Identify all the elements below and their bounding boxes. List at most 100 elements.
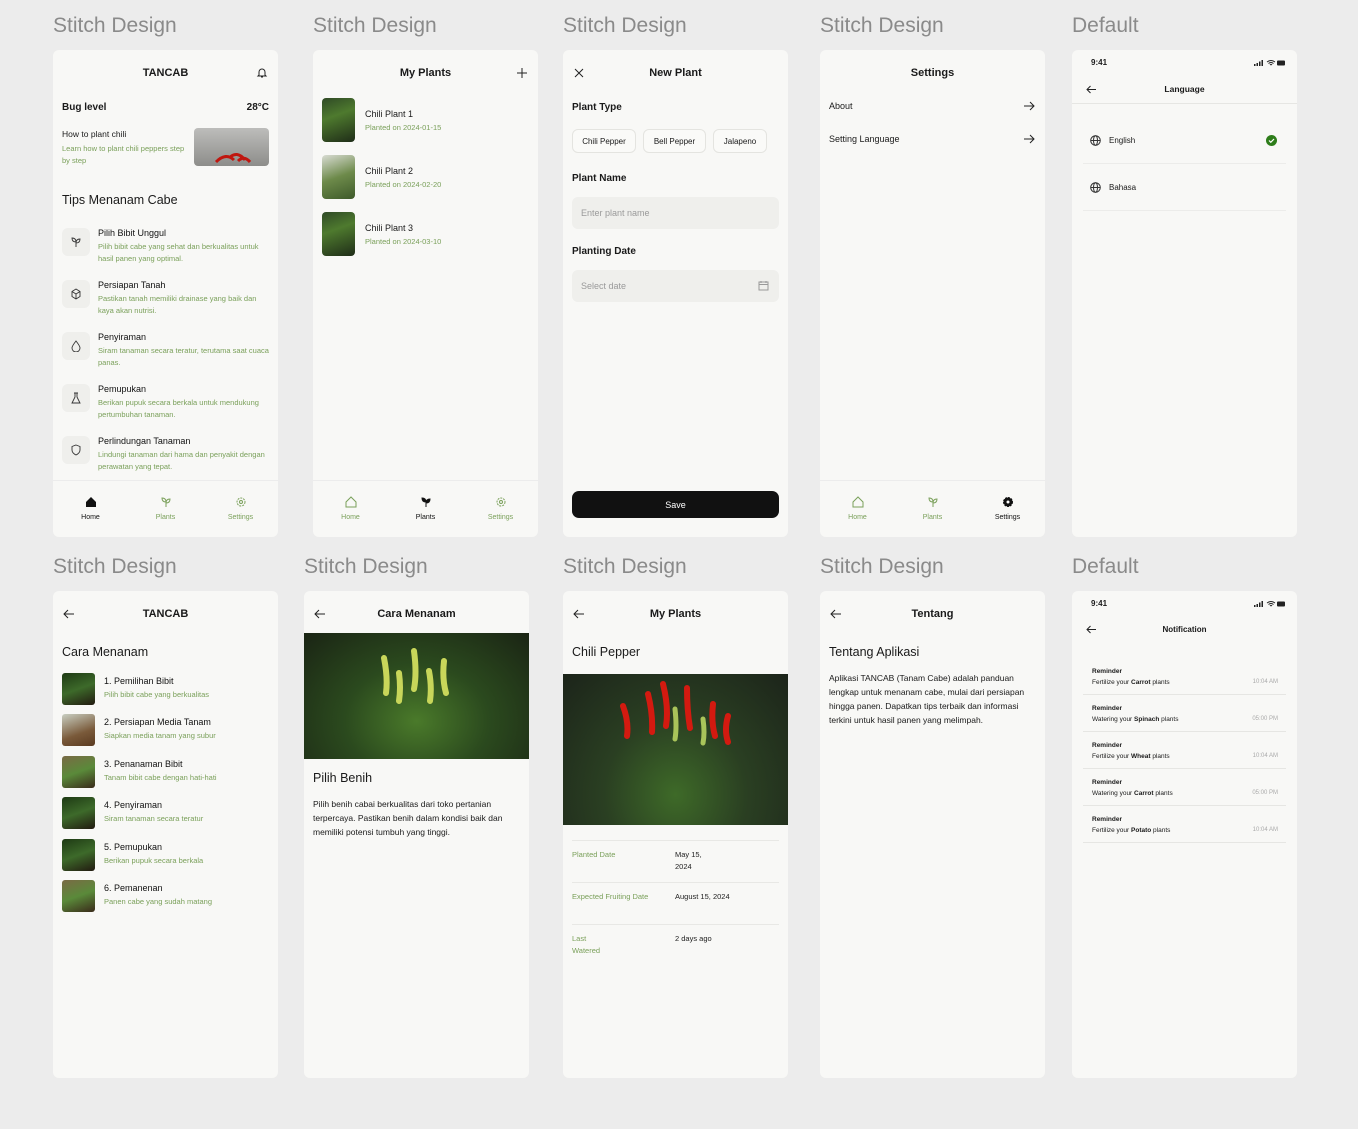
step-thumb xyxy=(62,839,95,871)
nav-settings[interactable]: Settings xyxy=(463,481,538,536)
artboard-label: Stitch Design xyxy=(820,14,944,37)
tip-title: Perlindungan Tanaman xyxy=(98,436,191,446)
plant-thumb xyxy=(322,212,355,256)
flask-icon xyxy=(62,384,90,412)
chip-jalapeno[interactable]: Jalapeno xyxy=(713,129,767,153)
artboard-label: Stitch Design xyxy=(304,555,428,578)
home-icon xyxy=(852,496,863,508)
nav-plants[interactable]: Plants xyxy=(388,481,463,536)
tip-item[interactable]: Pemupukan Berikan pupuk secara berkala un… xyxy=(62,384,270,421)
bottom-nav: Home Plants Settings xyxy=(53,480,278,536)
notification-item[interactable]: Reminder Watering your Spinach plants 05:0… xyxy=(1083,695,1286,732)
step-item[interactable]: 4. Penyiraman Siram tanaman secara teratu… xyxy=(62,797,269,829)
notification-item[interactable]: Reminder Fertilize your Carrot plants 10:0… xyxy=(1083,658,1286,695)
nav-plants[interactable]: Plants xyxy=(895,481,970,536)
page-title: New Plant xyxy=(649,67,702,79)
plant-list-item[interactable]: Chili Plant 3 Planted on 2024-03-10 xyxy=(322,212,529,256)
step-item[interactable]: 3. Penanaman Bibit Tanam bibit cabe denga… xyxy=(62,756,269,788)
page-title: My Plants xyxy=(649,608,702,620)
back-arrow-icon[interactable] xyxy=(63,608,75,620)
notification-item[interactable]: Reminder Fertilize your Wheat plants 10:04… xyxy=(1083,732,1286,769)
detail-row: Last Watered 2 days ago xyxy=(572,924,779,957)
tip-title: Penyiraman xyxy=(98,332,147,342)
detail-row: Expected Fruiting Date August 15, 2024 xyxy=(572,882,779,903)
tip-desc: Pastikan tanah memiliki drainase yang ba… xyxy=(98,294,257,315)
chip-bell-pepper[interactable]: Bell Pepper xyxy=(643,129,706,153)
page-title: Cara Menanam xyxy=(377,608,456,620)
tip-title: Pilih Bibit Unggul xyxy=(98,228,167,238)
settings-screen: Settings About Setting Language Home Pla… xyxy=(820,50,1045,537)
planting-date-input[interactable]: Select date xyxy=(572,270,779,302)
bell-icon[interactable] xyxy=(256,67,268,79)
about-body: Aplikasi TANCAB (Tanam Cabe) adalah pand… xyxy=(829,673,1025,725)
how-to-title[interactable]: How to plant chili xyxy=(62,129,126,139)
app-title: TANCAB xyxy=(142,608,189,620)
tip-item[interactable]: Persiapan Tanah Pastikan tanah memiliki d… xyxy=(62,280,270,317)
tip-desc: Berikan pupuk secara berkala untuk mendu… xyxy=(98,398,259,419)
plant-list-item[interactable]: Chili Plant 2 Planted on 2024-02-20 xyxy=(322,155,529,199)
home-icon xyxy=(85,497,96,507)
step-item[interactable]: 1. Pemilihan Bibit Pilih bibit cabe yang … xyxy=(62,673,269,705)
water-drop-icon xyxy=(62,332,90,360)
nav-home[interactable]: Home xyxy=(313,481,388,536)
bottom-nav: Home Plants Settings xyxy=(313,480,538,536)
language-option-english[interactable]: English xyxy=(1083,118,1286,164)
nav-settings[interactable]: Settings xyxy=(203,481,278,536)
artboard-label: Stitch Design xyxy=(820,555,944,578)
tip-desc: Siram tanaman secara teratur, terutama s… xyxy=(98,346,269,367)
close-icon[interactable] xyxy=(573,67,585,79)
home-icon xyxy=(345,496,356,508)
status-time: 9:41 xyxy=(1091,599,1108,608)
new-plant-screen: New Plant Plant Type Chili Pepper Bell P… xyxy=(563,50,788,537)
plant-name-input[interactable]: Enter plant name xyxy=(572,197,779,229)
home-screen: TANCAB Bug level 28°C How to plant chili… xyxy=(53,50,278,537)
tips-heading: Tips Menanam Cabe xyxy=(62,193,178,207)
save-button[interactable]: Save xyxy=(572,491,779,518)
tip-item[interactable]: Penyiraman Siram tanaman secara teratur, … xyxy=(62,332,270,369)
notification-item[interactable]: Reminder Fertilize your Potato plants 10:0… xyxy=(1083,806,1286,843)
plant-name-label: Plant Name xyxy=(572,173,627,184)
settings-about-row[interactable]: About xyxy=(829,101,1035,111)
arrow-right-icon xyxy=(1024,101,1035,111)
back-arrow-icon[interactable] xyxy=(314,608,326,620)
cara-menanam-screen: TANCAB Cara Menanam 1. Pemilihan Bibit Pi… xyxy=(53,591,278,1078)
nav-home[interactable]: Home xyxy=(53,481,128,536)
step-item[interactable]: 5. Pemupukan Berikan pupuk secara berkala xyxy=(62,839,269,871)
language-option-bahasa[interactable]: Bahasa xyxy=(1083,165,1286,211)
temperature: 28°C xyxy=(246,102,269,113)
page-title: Notification xyxy=(1162,625,1207,634)
plant-icon xyxy=(420,497,431,507)
tip-desc: Lindungi tanaman dari hama dan penyakit … xyxy=(98,450,265,471)
calendar-icon[interactable] xyxy=(758,280,769,291)
nav-settings[interactable]: Settings xyxy=(970,481,1045,536)
notification-item[interactable]: Reminder Watering your Carrot plants 05:00… xyxy=(1083,769,1286,806)
nav-plants[interactable]: Plants xyxy=(128,481,203,536)
plant-name: Chili Plant 2 xyxy=(365,165,414,176)
step-item[interactable]: 2. Persiapan Media Tanam Siapkan media ta… xyxy=(62,714,269,746)
gear-icon xyxy=(1002,497,1013,507)
gear-icon xyxy=(496,497,505,507)
globe-icon xyxy=(1090,182,1101,193)
soil-icon xyxy=(62,280,90,308)
plus-icon[interactable] xyxy=(516,67,528,79)
settings-language-row[interactable]: Setting Language xyxy=(829,134,1035,144)
nav-home[interactable]: Home xyxy=(820,481,895,536)
artboard-label: Stitch Design xyxy=(563,555,687,578)
plant-date: Planted on 2024-01-15 xyxy=(365,122,442,132)
plant-icon xyxy=(927,497,938,507)
plant-heading: Chili Pepper xyxy=(572,645,641,659)
plant-list-item[interactable]: Chili Plant 1 Planted on 2024-01-15 xyxy=(322,98,529,142)
bottom-nav: Home Plants Settings xyxy=(820,480,1045,536)
chip-chili-pepper[interactable]: Chili Pepper xyxy=(572,129,636,153)
plant-type-label: Plant Type xyxy=(572,102,622,113)
section-heading: Pilih Benih xyxy=(313,771,373,785)
tip-item[interactable]: Pilih Bibit Unggul Pilih bibit cabe yang … xyxy=(62,228,270,265)
status-icons xyxy=(1254,60,1285,66)
back-arrow-icon[interactable] xyxy=(573,608,585,620)
step-item[interactable]: 6. Pemanenan Panen cabe yang sudah matang xyxy=(62,880,269,912)
tip-title: Pemupukan xyxy=(98,384,147,394)
shield-icon xyxy=(62,436,90,464)
back-arrow-icon[interactable] xyxy=(830,608,842,620)
step-thumb xyxy=(62,797,95,829)
tip-item[interactable]: Perlindungan Tanaman Lindungi tanaman dar… xyxy=(62,436,270,473)
